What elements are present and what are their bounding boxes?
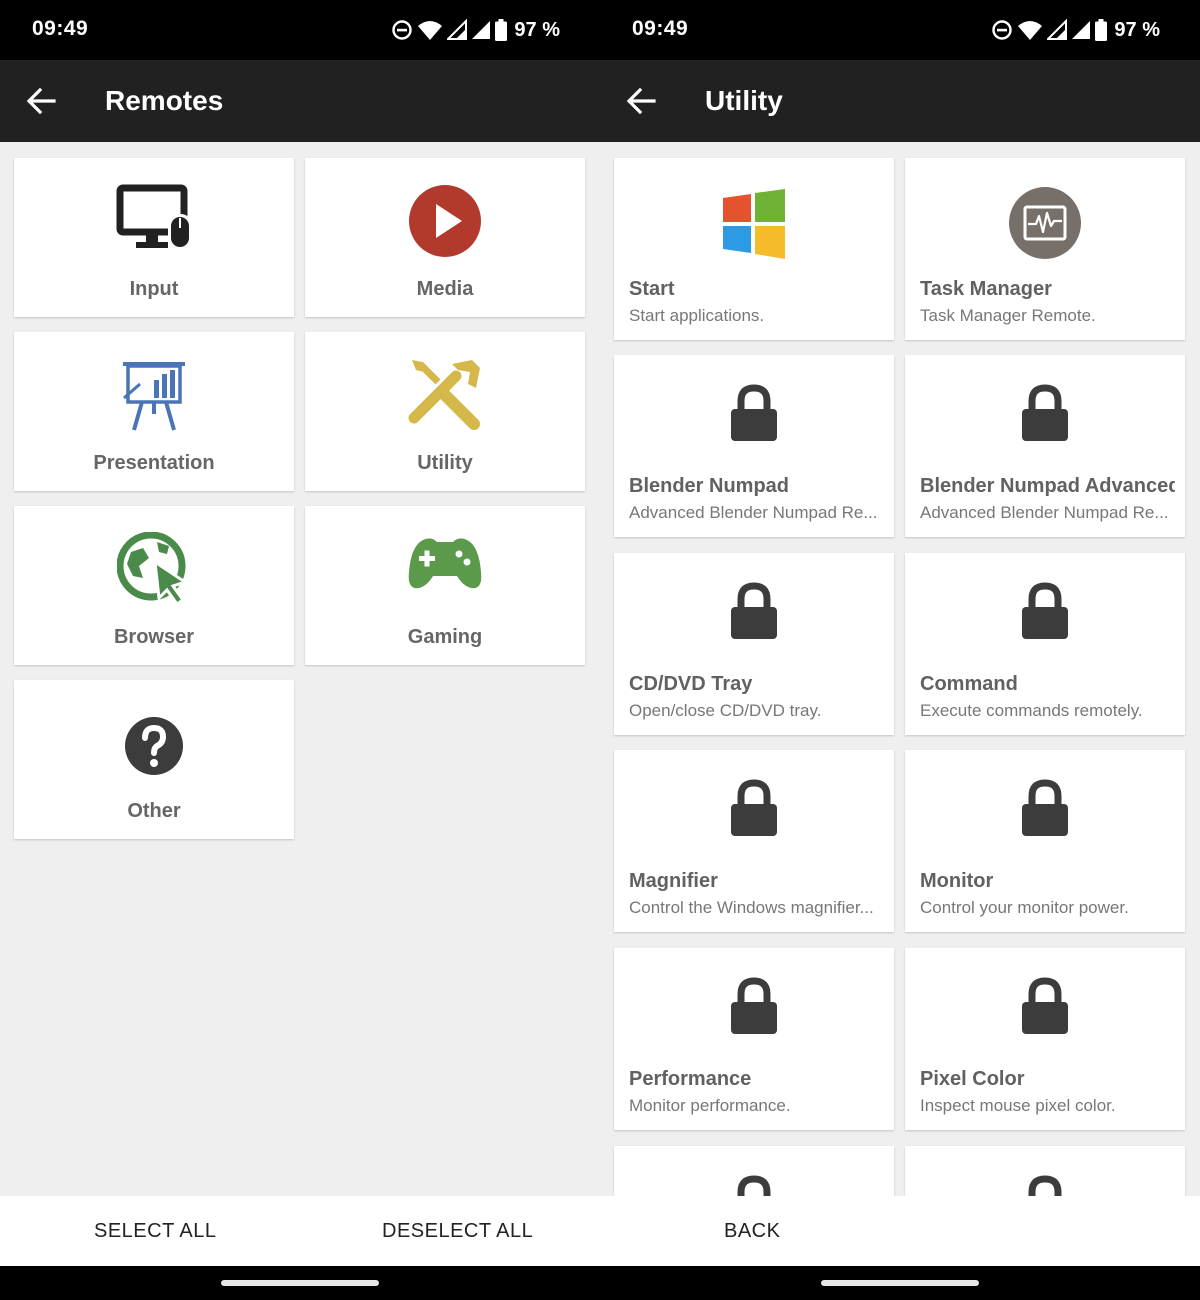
- signal-icon: [447, 19, 468, 40]
- remote-title: CD/DVD Tray: [629, 673, 753, 695]
- lock-icon: [731, 582, 777, 639]
- battery-icon: [1095, 19, 1108, 41]
- category-card-media[interactable]: Media: [305, 158, 585, 317]
- globe-cursor-icon: [117, 532, 189, 606]
- lock-icon: [1022, 779, 1068, 836]
- lock-icon: [1022, 384, 1068, 441]
- category-label: Gaming: [407, 626, 483, 648]
- lock-icon: [731, 977, 777, 1034]
- signal-icon-2: [1072, 21, 1091, 39]
- category-card-input[interactable]: Input: [14, 158, 294, 317]
- back-button[interactable]: BACK: [724, 1220, 780, 1243]
- remote-description: Advanced Blender Numpad Re...: [629, 503, 878, 522]
- signal-icon-2: [472, 21, 491, 39]
- remote-title: Monitor: [920, 870, 994, 892]
- status-bar: 09:49 97 %: [600, 0, 1200, 60]
- remote-title: Pixel Color: [920, 1068, 1025, 1090]
- utility-screen: 09:49 97 % Utility Start Start applicati…: [600, 0, 1200, 1300]
- category-label: Presentation: [93, 452, 215, 474]
- remote-title: Blender Numpad: [629, 475, 790, 497]
- activity-monitor-icon: [1009, 187, 1081, 259]
- remote-title: Task Manager: [920, 278, 1052, 300]
- category-label: Input: [129, 278, 179, 300]
- do-not-disturb-icon: [392, 20, 413, 40]
- wifi-icon: [1018, 21, 1043, 40]
- remote-card-performance[interactable]: Performance Monitor performance.: [614, 948, 894, 1130]
- windows-logo-icon: [723, 189, 785, 259]
- remote-description: Open/close CD/DVD tray.: [629, 701, 822, 720]
- category-label: Utility: [417, 452, 473, 474]
- home-handle[interactable]: [821, 1280, 979, 1286]
- remote-description: Control the Windows magnifier...: [629, 898, 874, 917]
- category-label: Other: [127, 800, 181, 822]
- back-arrow-icon[interactable]: [622, 82, 660, 120]
- wifi-icon: [418, 21, 443, 40]
- category-card-other[interactable]: Other: [14, 680, 294, 839]
- remote-card-task-manager[interactable]: Task Manager Task Manager Remote.: [905, 158, 1185, 340]
- remote-card-blender-numpad-advanced[interactable]: Blender Numpad Advanced Advanced Blender…: [905, 355, 1185, 537]
- signal-icon: [1047, 19, 1068, 40]
- remote-title: Performance: [629, 1068, 752, 1090]
- status-time: 09:49: [32, 17, 89, 40]
- page-title: Remotes: [105, 85, 224, 116]
- tools-icon: [408, 360, 480, 430]
- status-time: 09:49: [632, 17, 689, 40]
- remote-title: Blender Numpad Advanced: [920, 475, 1175, 497]
- battery-percent: 97 %: [1114, 18, 1160, 41]
- page-title: Utility: [705, 85, 783, 116]
- remote-title: Command: [920, 673, 1018, 695]
- category-card-browser[interactable]: Browser: [14, 506, 294, 665]
- remote-description: Start applications.: [629, 306, 765, 325]
- category-label: Media: [416, 278, 474, 300]
- remotes-screen: 09:49 97 % Remotes Input Media Presentat…: [0, 0, 600, 1300]
- battery-icon: [495, 19, 508, 41]
- remote-description: Inspect mouse pixel color.: [920, 1096, 1116, 1115]
- remote-card-blender-numpad[interactable]: Blender Numpad Advanced Blender Numpad R…: [614, 355, 894, 537]
- remote-card-pixel-color[interactable]: Pixel Color Inspect mouse pixel color.: [905, 948, 1185, 1130]
- system-nav-bar: [0, 1266, 600, 1300]
- status-icons: 97 %: [391, 16, 560, 44]
- remote-card-command[interactable]: Command Execute commands remotely.: [905, 553, 1185, 735]
- home-handle[interactable]: [221, 1280, 379, 1286]
- category-label: Browser: [113, 626, 195, 648]
- remote-description: Advanced Blender Numpad Re...: [920, 503, 1169, 522]
- system-nav-bar: [600, 1266, 1200, 1300]
- select-all-button[interactable]: SELECT ALL: [94, 1220, 216, 1243]
- bottom-action-bar: BACK: [600, 1196, 1200, 1266]
- lock-icon: [1022, 582, 1068, 639]
- app-bar: Utility: [600, 60, 1200, 142]
- back-arrow-icon[interactable]: [22, 82, 60, 120]
- remote-card-cd-dvd-tray[interactable]: CD/DVD Tray Open/close CD/DVD tray.: [614, 553, 894, 735]
- monitor-mouse-icon: [116, 184, 192, 250]
- remote-title: Magnifier: [629, 870, 718, 892]
- remote-title: Start: [629, 278, 675, 300]
- bottom-action-bar: SELECT ALL DESELECT ALL: [0, 1196, 600, 1266]
- deselect-all-button[interactable]: DESELECT ALL: [382, 1220, 533, 1243]
- lock-icon: [731, 384, 777, 441]
- category-card-presentation[interactable]: Presentation: [14, 332, 294, 491]
- do-not-disturb-icon: [992, 20, 1013, 40]
- status-icons: 97 %: [991, 16, 1160, 44]
- remote-card-magnifier[interactable]: Magnifier Control the Windows magnifier.…: [614, 750, 894, 932]
- lock-icon: [1022, 977, 1068, 1034]
- remote-card-start[interactable]: Start Start applications.: [614, 158, 894, 340]
- presentation-icon: [123, 362, 185, 431]
- app-bar: Remotes: [0, 60, 600, 142]
- remote-description: Task Manager Remote.: [920, 306, 1096, 325]
- lock-icon: [731, 779, 777, 836]
- battery-percent: 97 %: [514, 18, 560, 41]
- remote-description: Monitor performance.: [629, 1096, 791, 1115]
- category-card-utility[interactable]: Utility: [305, 332, 585, 491]
- status-bar: 09:49 97 %: [0, 0, 600, 60]
- question-icon: [125, 717, 183, 775]
- remote-description: Execute commands remotely.: [920, 701, 1143, 720]
- remote-card-monitor[interactable]: Monitor Control your monitor power.: [905, 750, 1185, 932]
- remote-description: Control your monitor power.: [920, 898, 1129, 917]
- category-card-gaming[interactable]: Gaming: [305, 506, 585, 665]
- play-icon: [409, 185, 481, 257]
- gamepad-icon: [408, 538, 482, 589]
